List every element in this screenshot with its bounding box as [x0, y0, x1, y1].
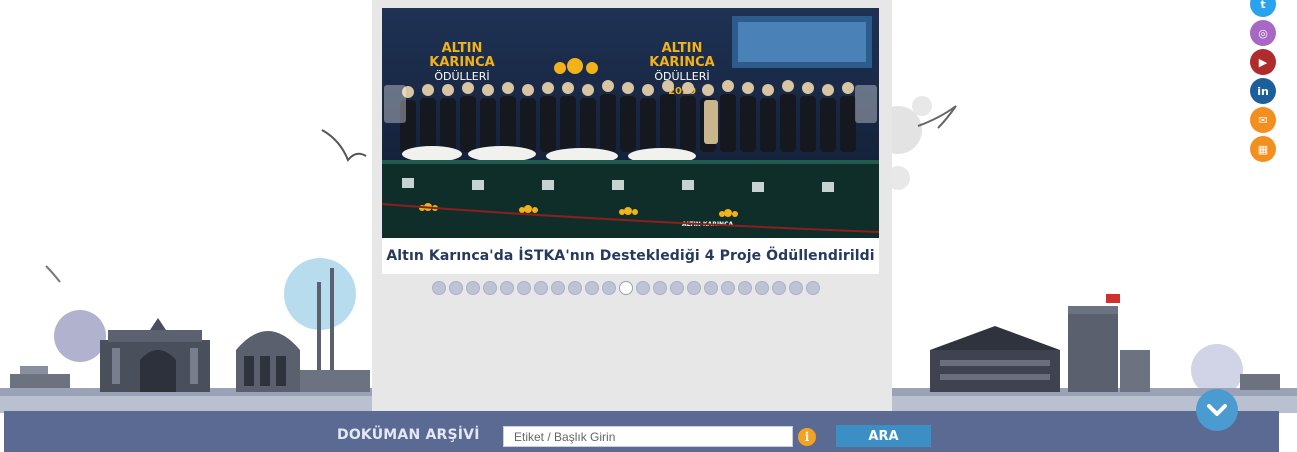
slider-dot[interactable] — [568, 281, 582, 295]
twitter-icon[interactable]: t — [1250, 0, 1276, 17]
slider-dot[interactable] — [789, 281, 803, 295]
slider-dot[interactable] — [449, 281, 463, 295]
scroll-down-button[interactable] — [1196, 389, 1238, 431]
slider-dot[interactable] — [806, 281, 820, 295]
slider-dot[interactable] — [500, 281, 514, 295]
chevron-down-icon — [1207, 404, 1227, 416]
sign-right-line2: KARINCA — [649, 55, 714, 70]
linkedin-icon[interactable]: in — [1250, 78, 1276, 104]
award-ceremony-photo: ALTIN KARINCA ÖDÜLLERİ ALTIN KARINCA ÖDÜ… — [382, 8, 879, 238]
email-icon[interactable]: ✉ — [1250, 107, 1276, 133]
slider-pagination — [432, 281, 820, 295]
slider-dot[interactable] — [636, 281, 650, 295]
archive-search-input[interactable] — [503, 426, 793, 447]
slider-dot[interactable] — [466, 281, 480, 295]
slider-dot-active[interactable] — [619, 281, 633, 295]
sign-left-line3: ÖDÜLLERİ — [434, 70, 489, 83]
slider-dot[interactable] — [738, 281, 752, 295]
sign-right-line1: ALTIN — [662, 41, 703, 56]
slider-dot[interactable] — [704, 281, 718, 295]
archive-label: DOKÜMAN ARŞİVİ — [337, 427, 480, 443]
info-icon[interactable]: i — [798, 428, 816, 446]
instagram-icon[interactable]: ◎ — [1250, 20, 1276, 46]
slider-dot[interactable] — [551, 281, 565, 295]
slide-prev-button[interactable] — [384, 85, 406, 123]
slider-dot[interactable] — [585, 281, 599, 295]
slider-dot[interactable] — [653, 281, 667, 295]
slider-dot[interactable] — [772, 281, 786, 295]
kep-icon[interactable]: ▦ — [1250, 136, 1276, 162]
slide-caption[interactable]: Altın Karınca'da İSTKA'nın Desteklediği … — [386, 248, 874, 264]
slide-caption-bar[interactable]: Altın Karınca'da İSTKA'nın Desteklediği … — [382, 238, 879, 274]
sign-left-line2: KARINCA — [429, 55, 494, 70]
slider-dot[interactable] — [602, 281, 616, 295]
page: ALTIN KARINCA ÖDÜLLERİ ALTIN KARINCA ÖDÜ… — [0, 0, 1297, 452]
search-button[interactable]: ARA — [836, 425, 931, 447]
slider-dot[interactable] — [483, 281, 497, 295]
news-slide-image[interactable]: ALTIN KARINCA ÖDÜLLERİ ALTIN KARINCA ÖDÜ… — [382, 8, 879, 238]
slider-dot[interactable] — [687, 281, 701, 295]
slider-dot[interactable] — [721, 281, 735, 295]
slide-next-button[interactable] — [855, 85, 877, 123]
sign-right-line3: ÖDÜLLERİ — [654, 70, 709, 83]
slider-dot[interactable] — [755, 281, 769, 295]
sign-left-line1: ALTIN — [442, 41, 483, 56]
slider-dot[interactable] — [670, 281, 684, 295]
youtube-icon[interactable]: ▶ — [1250, 49, 1276, 75]
social-links: t ◎ ▶ in ✉ ▦ — [1250, 0, 1276, 162]
slider-dot[interactable] — [534, 281, 548, 295]
slider-dot[interactable] — [432, 281, 446, 295]
slider-dot[interactable] — [517, 281, 531, 295]
